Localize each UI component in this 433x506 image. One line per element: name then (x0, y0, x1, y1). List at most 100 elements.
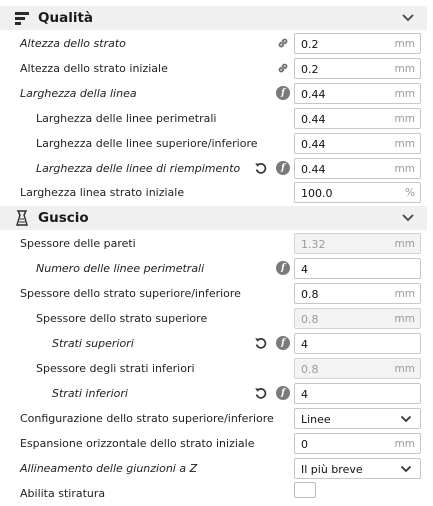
setting-label: Espansione orizzontale dello strato iniz… (20, 437, 255, 450)
setting-value: 4 (301, 338, 308, 351)
setting-value: Il più breve (301, 463, 363, 476)
setting-input[interactable]: 0 mm (294, 433, 421, 454)
setting-value: Linee (301, 413, 331, 426)
category-quality-header[interactable]: Qualità (0, 6, 427, 30)
function-icon[interactable]: f (276, 386, 290, 400)
setting-label: Larghezza delle linee di riempimento (36, 162, 241, 175)
setting-unit: mm (394, 363, 415, 375)
quality-setting-row: Altezza dello strato iniziale 0.2 mm (0, 56, 427, 81)
shell-setting-row: Spessore dello strato superiore 0.8 mm (0, 306, 427, 331)
setting-unit: mm (394, 113, 415, 125)
shell-setting-row: Allineamento delle giunzioni a Z Il più b… (0, 456, 427, 481)
setting-label: Larghezza delle linee superiore/inferior… (36, 137, 258, 150)
setting-dropdown[interactable]: Il più breve (294, 458, 421, 479)
setting-label: Spessore dello strato superiore (36, 312, 208, 325)
shell-setting-row: Spessore dello strato superiore/inferior… (0, 281, 427, 306)
setting-label: Larghezza della linea (20, 87, 137, 100)
setting-value: 0.8 (301, 288, 319, 301)
setting-input[interactable]: 4 (294, 383, 421, 404)
chevron-down-icon[interactable] (401, 212, 415, 224)
setting-label: Spessore dello strato superiore/inferior… (20, 287, 241, 300)
setting-input[interactable]: 0.44 mm (294, 133, 421, 154)
setting-checkbox[interactable] (294, 482, 316, 498)
shell-setting-row: Configurazione dello strato superiore/in… (0, 406, 427, 431)
setting-label: Abilita stiratura (20, 487, 106, 500)
reset-icon[interactable] (254, 386, 268, 400)
setting-input[interactable]: 0.8 mm (294, 283, 421, 304)
setting-input[interactable]: 0.44 mm (294, 108, 421, 129)
category-shell-header[interactable]: Guscio (0, 206, 427, 230)
setting-value: 0.8 (301, 313, 319, 326)
function-icon[interactable]: f (276, 336, 290, 350)
quality-setting-row: Larghezza delle linee di riempimento f 0.4… (0, 156, 427, 181)
shell-setting-row: Espansione orizzontale dello strato iniz… (0, 431, 427, 456)
setting-label: Larghezza linea strato iniziale (20, 186, 185, 199)
chevron-down-icon[interactable] (400, 414, 412, 424)
shell-icon (16, 210, 28, 226)
shell-setting-row: Spessore degli strati inferiori 0.8 mm (0, 356, 427, 381)
quality-setting-row: Larghezza delle linee superiore/inferior… (0, 131, 427, 156)
setting-value: 0.44 (301, 138, 326, 151)
setting-value: 0 (301, 438, 308, 451)
shell-setting-row: Abilita stiratura (0, 481, 427, 506)
settings-panel: Qualità Altezza dello strato 0.2 mm Altezza… (0, 0, 433, 500)
setting-label: Allineamento delle giunzioni a Z (20, 462, 198, 475)
function-icon[interactable]: f (276, 86, 290, 100)
setting-value: 0.44 (301, 88, 326, 101)
setting-label: Larghezza delle linee perimetrali (36, 112, 217, 125)
quality-setting-row: Altezza dello strato 0.2 mm (0, 31, 427, 56)
setting-unit: mm (394, 63, 415, 75)
setting-unit: mm (394, 313, 415, 325)
quality-setting-row: Larghezza delle linee perimetrali 0.44 mm (0, 106, 427, 131)
setting-dropdown[interactable]: Linee (294, 408, 421, 429)
quality-setting-row: Larghezza linea strato iniziale 100.0% (0, 180, 427, 205)
reset-icon[interactable] (254, 161, 268, 175)
setting-label: Spessore delle pareti (20, 237, 136, 250)
link-icon[interactable] (276, 36, 290, 50)
quality-setting-row: Larghezza della linea f 0.44 mm (0, 81, 427, 106)
function-icon[interactable]: f (276, 161, 290, 175)
setting-label: Strati superiori (52, 337, 134, 350)
function-icon[interactable]: f (276, 261, 290, 275)
setting-input[interactable]: 0.44 mm (294, 158, 421, 179)
setting-input: 1.32 mm (294, 233, 421, 254)
setting-unit: mm (394, 288, 415, 300)
setting-value: 0.2 (301, 63, 319, 76)
setting-label: Altezza dello strato iniziale (20, 62, 168, 75)
setting-value: 4 (301, 388, 308, 401)
setting-value: 0.44 (301, 113, 326, 126)
setting-input: 0.8 mm (294, 308, 421, 329)
setting-unit: mm (394, 163, 415, 175)
setting-unit: mm (394, 38, 415, 50)
setting-unit: mm (394, 438, 415, 450)
setting-unit: % (405, 187, 415, 199)
setting-input[interactable]: 0.44 mm (294, 83, 421, 104)
setting-unit: mm (394, 88, 415, 100)
quality-bars-icon (15, 12, 29, 25)
chevron-down-icon[interactable] (401, 12, 415, 24)
category-quality-title: Qualità (38, 10, 94, 26)
setting-input[interactable]: 100.0% (294, 182, 421, 203)
setting-input: 0.8 mm (294, 358, 421, 379)
setting-input[interactable]: 4 (294, 333, 421, 354)
setting-label: Strati inferiori (52, 387, 128, 400)
setting-label: Configurazione dello strato superiore/in… (20, 412, 274, 425)
shell-setting-row: Spessore delle pareti 1.32 mm (0, 231, 427, 256)
category-shell-title: Guscio (38, 210, 89, 226)
reset-icon[interactable] (254, 336, 268, 350)
setting-input[interactable]: 4 (294, 258, 421, 279)
setting-unit: mm (394, 138, 415, 150)
setting-value: 0.44 (301, 163, 326, 176)
shell-setting-row: Numero delle linee perimetrali f 4 (0, 256, 427, 281)
setting-value: 0.8 (301, 363, 319, 376)
setting-value: 4 (301, 263, 308, 276)
setting-value: 0.2 (301, 38, 319, 51)
setting-value: 100.0 (301, 187, 333, 200)
setting-label: Numero delle linee perimetrali (36, 262, 205, 275)
link-icon[interactable] (276, 61, 290, 75)
chevron-down-icon[interactable] (400, 464, 412, 474)
setting-input[interactable]: 0.2 mm (294, 58, 421, 79)
setting-label: Spessore degli strati inferiori (36, 362, 195, 375)
shell-setting-row: Strati inferiori f 4 (0, 381, 427, 406)
setting-input[interactable]: 0.2 mm (294, 33, 421, 54)
